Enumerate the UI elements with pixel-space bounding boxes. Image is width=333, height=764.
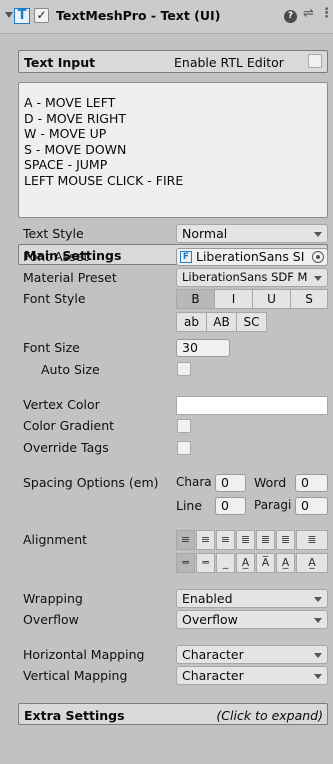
text-style-label: Text Style [23,226,84,241]
context-menu-icon[interactable]: ⋮ [320,6,333,21]
wrapping-value: Enabled [182,591,233,606]
font-asset-icon: F [180,251,192,263]
font-size-label: Font Size [23,340,80,355]
rtl-editor-label: Enable RTL Editor [174,55,284,70]
text-line: S - MOVE DOWN [24,141,127,157]
font-style-label: Font Style [23,291,86,306]
word-spacing-label: Word [254,475,287,490]
uppercase-toggle[interactable]: AB [206,312,237,332]
help-icon[interactable]: ? [284,10,297,23]
vertex-color-label: Vertex Color [23,397,100,412]
align-top-icon[interactable]: ═ [176,553,195,573]
align-center-icon[interactable]: ≡ [196,530,215,550]
align-capline-icon[interactable]: A̲ [276,553,295,573]
align-vertical-extra-icon[interactable]: A̲ [296,553,328,573]
text-line: A - MOVE LEFT [24,95,116,110]
horizontal-mapping-dropdown[interactable]: Character [176,645,328,664]
extra-settings-hint: (Click to expand) [216,708,323,723]
rtl-editor-checkbox[interactable] [308,54,322,68]
text-input-header-label: Text Input [24,55,96,70]
spacing-options-label: Spacing Options (em) [23,475,159,490]
foldout-arrow-icon[interactable] [5,12,13,18]
alignment-label: Alignment [23,532,88,547]
font-asset-label: Font Asset [23,249,89,264]
char-spacing-label: Chara [176,475,212,489]
strikethrough-toggle[interactable]: S [290,289,328,309]
overflow-label: Overflow [23,612,79,627]
auto-size-label: Auto Size [41,362,100,377]
extra-settings-header[interactable]: Extra Settings (Click to expand) [18,703,328,725]
text-line: LEFT MOUSE CLICK - FIRE [24,172,184,188]
text-input-header: Text Input Enable RTL Editor [18,50,328,73]
char-spacing-input[interactable]: 0 [215,474,246,492]
horizontal-mapping-label: Horizontal Mapping [23,647,145,662]
color-gradient-label: Color Gradient [23,418,115,433]
vertical-mapping-dropdown[interactable]: Character [176,666,328,685]
material-preset-dropdown[interactable]: LiberationSans SDF M [176,268,328,287]
overflow-dropdown[interactable]: Overflow [176,610,328,629]
wrapping-label: Wrapping [23,591,83,606]
text-input-area[interactable]: A - MOVE LEFT D - MOVE RIGHT W - MOVE UP… [18,82,328,218]
wrapping-dropdown[interactable]: Enabled [176,589,328,608]
chevron-down-icon [314,674,322,679]
component-title: TextMeshPro - Text (UI) [56,8,221,23]
align-middle-icon[interactable]: ═ [196,553,215,573]
chevron-down-icon [314,232,322,237]
text-line: SPACE - JUMP [24,157,108,172]
align-bottom-icon[interactable]: _ [216,553,235,573]
align-justified-icon[interactable]: ≣ [236,530,255,550]
italic-toggle[interactable]: I [214,289,253,309]
lowercase-toggle[interactable]: ab [176,312,207,332]
font-asset-field[interactable]: F LiberationSans SI [176,248,328,266]
chevron-down-icon [314,653,322,658]
material-preset-value: LiberationSans SDF M [182,270,308,284]
align-right-icon[interactable]: ≡ [216,530,235,550]
presets-icon[interactable]: ⇌ [303,6,314,21]
color-gradient-checkbox[interactable] [177,419,191,433]
text-line: D - MOVE RIGHT [24,110,127,126]
textmeshpro-icon: T [14,8,30,24]
vertex-color-swatch[interactable] [176,396,328,415]
text-style-value: Normal [182,226,228,241]
extra-settings-label: Extra Settings [24,708,125,723]
font-size-input[interactable]: 30 [176,339,230,357]
chevron-down-icon [314,597,322,602]
word-spacing-input[interactable]: 0 [295,474,328,492]
material-preset-label: Material Preset [23,270,117,285]
overflow-value: Overflow [182,612,238,627]
smallcaps-toggle[interactable]: SC [236,312,267,332]
align-midline-icon[interactable]: A̅ [256,553,275,573]
align-flush-icon[interactable]: ≣ [256,530,275,550]
line-spacing-label: Line [176,498,203,513]
chevron-down-icon [314,276,322,281]
override-tags-label: Override Tags [23,440,109,455]
font-asset-value: LiberationSans SI [196,249,305,264]
align-geometry-center-icon[interactable]: ≣ [276,530,295,550]
vertical-mapping-value: Character [182,668,244,683]
align-extra-icon[interactable]: ≣ [296,530,328,550]
text-line: W - MOVE UP [24,126,107,141]
horizontal-mapping-value: Character [182,647,244,662]
component-enabled-checkbox[interactable]: ✓ [34,8,49,23]
align-baseline-icon[interactable]: A̲ [236,553,255,573]
paragraph-spacing-input[interactable]: 0 [295,497,328,515]
underline-toggle[interactable]: U [252,289,291,309]
text-style-dropdown[interactable]: Normal [176,224,328,243]
object-picker-icon[interactable] [312,251,324,263]
vertical-mapping-label: Vertical Mapping [23,668,128,683]
line-spacing-input[interactable]: 0 [215,497,246,515]
bold-toggle[interactable]: B [176,289,215,309]
paragraph-spacing-label: Paragi [254,498,292,512]
override-tags-checkbox[interactable] [177,441,191,455]
align-left-icon[interactable]: ≡ [176,530,195,550]
auto-size-checkbox[interactable] [177,362,191,376]
chevron-down-icon [314,618,322,623]
